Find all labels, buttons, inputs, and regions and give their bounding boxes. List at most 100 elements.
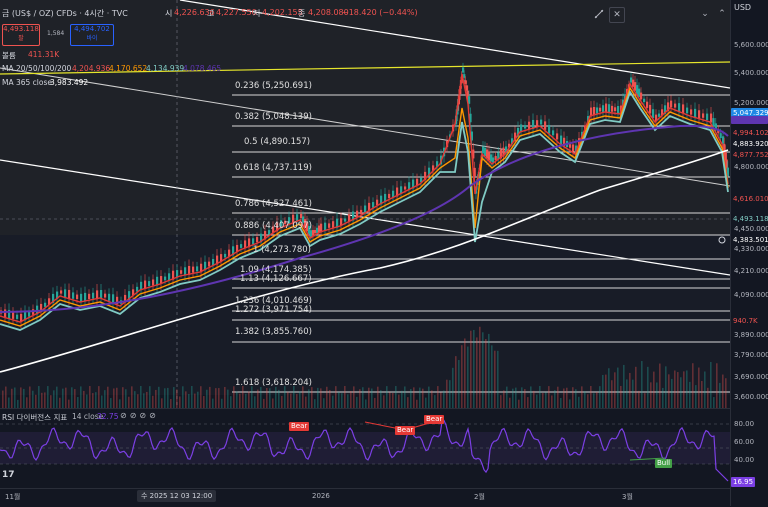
candle-body — [328, 223, 331, 228]
ma365-legend-label[interactable]: MA 365 close — [2, 78, 52, 87]
volume-bar — [470, 330, 472, 408]
volume-bar — [65, 387, 67, 408]
candle-body — [712, 118, 715, 127]
volume-bar — [485, 339, 487, 408]
volume-bar — [476, 337, 478, 408]
volume-bar — [701, 380, 703, 408]
volume-bar — [68, 399, 70, 408]
price-tick: 3,690.000 — [734, 373, 768, 381]
rsi-legend-label[interactable]: RSI 다이버전스 지표 — [2, 412, 67, 423]
volume-bar — [284, 386, 286, 408]
sell-button[interactable]: 4,493.118 팔 — [2, 24, 40, 46]
volume-bar — [587, 394, 589, 408]
candle-body — [682, 104, 685, 114]
candle-body — [300, 213, 303, 219]
candle-body — [602, 105, 605, 113]
price-chart-canvas[interactable] — [0, 0, 730, 408]
candle-body — [636, 85, 639, 95]
candle-body — [4, 309, 7, 317]
candle-body — [632, 79, 635, 87]
volume-bar — [668, 374, 670, 408]
close-icon[interactable]: ✕ — [609, 7, 625, 23]
volume-legend-value: 411.31K — [28, 50, 60, 59]
volume-bar — [182, 386, 184, 408]
candle-body — [372, 202, 375, 208]
candle-body — [658, 113, 661, 117]
volume-bar — [491, 345, 493, 408]
volume-bar — [584, 391, 586, 408]
volume-bar — [86, 394, 88, 408]
volume-bar — [62, 388, 64, 408]
candle-body — [416, 178, 419, 186]
volume-bar — [5, 386, 7, 408]
volume-bar — [413, 387, 415, 408]
candle-body — [719, 133, 722, 139]
volume-bar — [560, 397, 562, 408]
rsi-bear-label: Bear — [424, 415, 445, 424]
draw-tool-icon[interactable] — [592, 7, 606, 21]
volume-bar — [437, 386, 439, 408]
candle-body — [252, 238, 255, 245]
volume-bar — [47, 386, 49, 408]
rsi-legend-toggles[interactable]: ⊘⊘⊘⊘ — [120, 411, 159, 420]
fib-level-label: 0.786 (4,527.461) — [235, 199, 312, 209]
volume-legend-label[interactable]: 볼륨 — [2, 50, 16, 61]
rsi-bull-label: Bull — [655, 459, 673, 468]
fib-level-label: 0.618 (4,737.119) — [235, 163, 312, 173]
volume-bar — [479, 326, 481, 408]
volume-bar — [374, 397, 376, 408]
candle-body — [212, 258, 215, 266]
price-tick: 4,210.000 — [734, 267, 768, 275]
candle-body — [694, 108, 697, 118]
candle-body — [76, 294, 79, 300]
volume-bar — [440, 392, 442, 408]
candle-body — [192, 266, 195, 273]
fib-level-label: 0.382 (5,048.139) — [235, 112, 312, 122]
time-axis[interactable] — [0, 488, 730, 507]
volume-bar — [380, 390, 382, 408]
candle-body — [344, 218, 347, 222]
volume-bar — [443, 390, 445, 408]
volume-bar — [260, 387, 262, 408]
volume-bar — [569, 399, 571, 408]
volume-bar — [119, 399, 121, 408]
volume-bar — [311, 387, 313, 408]
candle-body — [360, 209, 363, 215]
volume-bar — [206, 389, 208, 408]
candle-body — [484, 147, 487, 157]
price-tick: 4,330.000 — [734, 245, 768, 253]
fib-level-label: 1.618 (3,618.204) — [235, 378, 312, 388]
volume-bar — [623, 364, 625, 408]
candle-body — [44, 302, 47, 307]
volume-bar — [452, 367, 454, 408]
volume-bar — [608, 368, 610, 408]
candle-body — [312, 229, 315, 236]
chevron-up-icon[interactable]: ⌃ — [715, 7, 729, 21]
volume-bar — [635, 366, 637, 408]
candle-body — [556, 133, 559, 140]
volume-bar — [620, 385, 622, 408]
time-label-2026: 2026 — [312, 492, 330, 500]
candle-body — [490, 154, 493, 162]
volume-bar — [80, 386, 82, 408]
buy-button[interactable]: 4,494.702 바이 — [70, 24, 114, 46]
symbol-title[interactable]: 금 (US$ / OZ) CFDs · 4시간 · TVC — [2, 8, 128, 19]
ohlc-high: 4,227.550 — [216, 8, 257, 17]
volume-bar — [641, 361, 643, 408]
chevron-down-icon[interactable]: ⌄ — [698, 7, 712, 21]
volume-bar — [302, 386, 304, 408]
candle-body — [486, 149, 489, 159]
currency-label[interactable]: USD — [734, 3, 751, 12]
ma-legend-label[interactable]: MA 20/50/100/200 — [2, 64, 71, 73]
volume-bar — [659, 363, 661, 408]
volume-bar — [137, 394, 139, 408]
volume-bar — [686, 370, 688, 408]
volume-bar — [524, 389, 526, 408]
candle-body — [572, 144, 575, 152]
volume-bar — [29, 386, 31, 408]
ma200-value: 4,078.465 — [183, 64, 222, 73]
price-chart-pane[interactable] — [0, 0, 730, 408]
volume-bar — [386, 386, 388, 408]
volume-bar — [167, 387, 169, 408]
volume-bar — [323, 398, 325, 408]
